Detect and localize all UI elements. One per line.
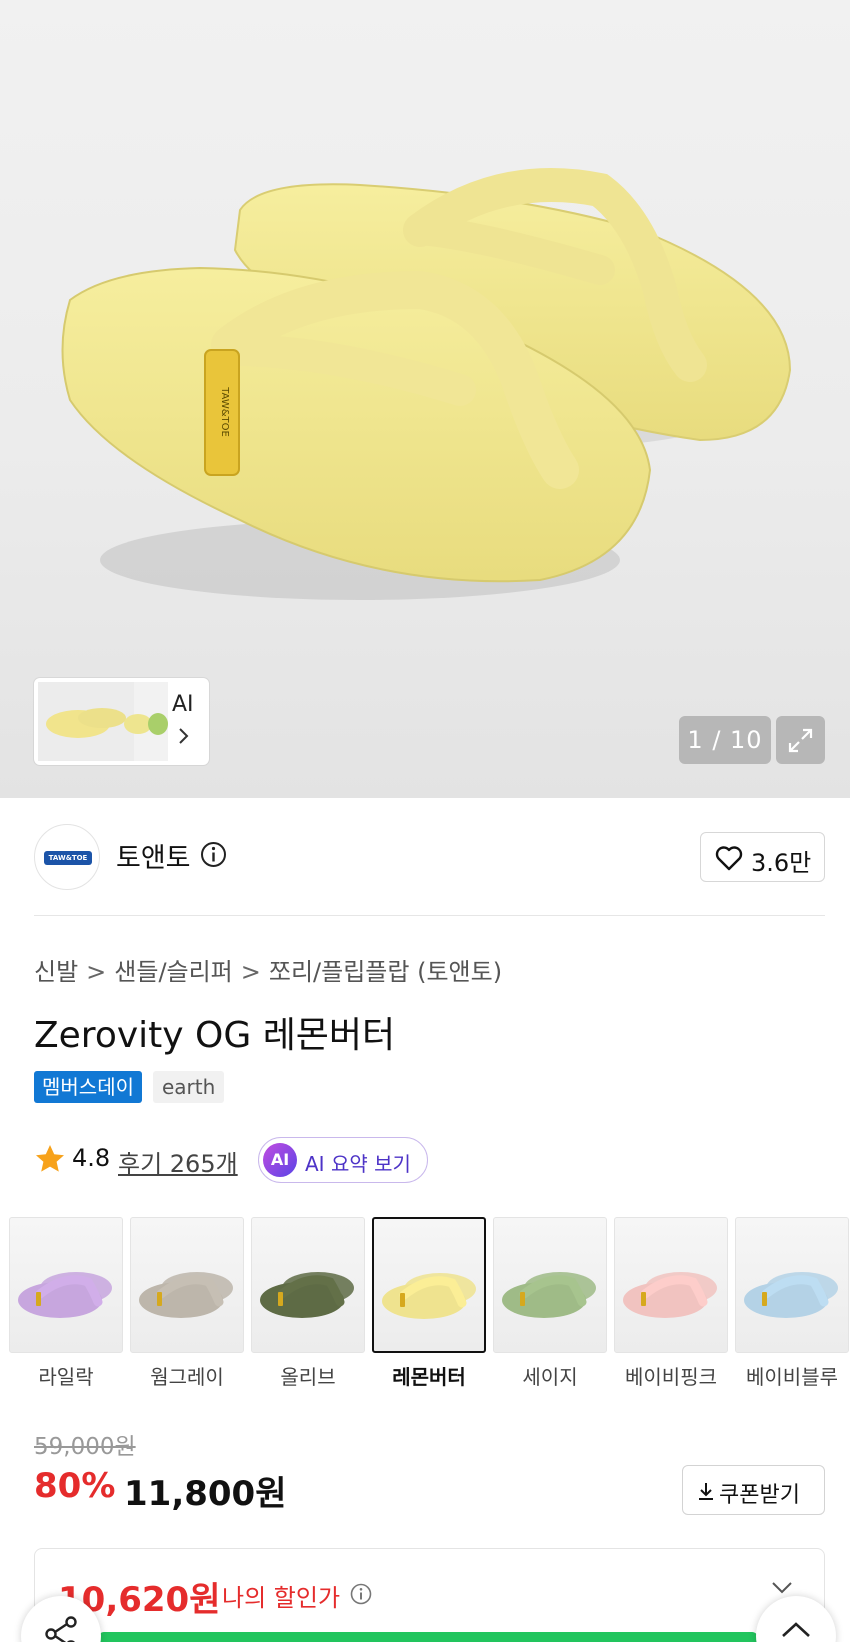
color-swatch-label: 베이비블루 [746, 1365, 838, 1389]
coupon-label: 쿠폰받기 [719, 1483, 800, 1508]
download-icon [699, 1483, 713, 1500]
ai-summary-label: AI 요약 보기 [305, 1152, 411, 1176]
ai-summary-button[interactable]: AI AI 요약 보기 [258, 1137, 428, 1183]
swatch-image [260, 1272, 354, 1318]
svg-text:TAW&TOE: TAW&TOE [219, 386, 230, 437]
color-swatch-7[interactable] [735, 1217, 849, 1353]
swatch-image [18, 1272, 112, 1318]
color-swatch-5[interactable] [493, 1217, 607, 1353]
color-swatch-label: 레몬버터 [392, 1365, 466, 1389]
chevron-right-icon: > [240, 958, 261, 986]
my-price-bar [98, 1632, 758, 1642]
ai-thumbnail-label: AI [172, 692, 194, 717]
brand-logo-text: TAW&TOE [44, 851, 92, 865]
breadcrumb: 신발 > 샌들/슬리퍼 > 쪼리/플립플랍 (토앤토) [34, 952, 502, 987]
color-swatch-label: 세이지 [522, 1365, 578, 1389]
fullscreen-button[interactable] [776, 716, 825, 764]
color-swatch-label: 베이비핑크 [625, 1365, 717, 1389]
heart-icon [715, 846, 743, 871]
discount-rate: 80% [34, 1466, 116, 1506]
review-count-link[interactable]: 후기 265개 [118, 1144, 238, 1179]
color-swatch-4[interactable] [372, 1217, 486, 1353]
breadcrumb-item[interactable]: 신발 [34, 958, 78, 986]
coupon-button[interactable]: 쿠폰받기 [682, 1465, 825, 1515]
thumbnail-image [38, 682, 168, 761]
ai-badge-icon: AI [263, 1143, 297, 1177]
sale-price: 11,800원 [124, 1474, 287, 1514]
color-swatch-label: 라일락 [38, 1365, 94, 1389]
earth-tag: earth [153, 1071, 225, 1103]
brand-name[interactable]: 토앤토 [116, 836, 191, 875]
chevron-up-icon [782, 1622, 810, 1637]
chevron-right-icon [179, 728, 189, 744]
chevron-right-icon: > [86, 958, 107, 986]
share-icon [45, 1616, 77, 1642]
expand-icon [788, 728, 813, 753]
color-swatch-6[interactable] [614, 1217, 728, 1353]
swatch-image [382, 1273, 476, 1319]
my-price-label: 나의 할인가 [222, 1584, 341, 1612]
swatch-image [623, 1272, 717, 1318]
color-swatch-1[interactable] [9, 1217, 123, 1353]
info-icon[interactable] [200, 841, 227, 868]
star-icon [36, 1145, 64, 1172]
original-price: 59,000원 [34, 1434, 136, 1460]
like-count: 3.6만 [751, 849, 812, 877]
chevron-down-icon[interactable] [770, 1580, 794, 1596]
product-title: Zerovity OG 레몬버터 [34, 1015, 396, 1056]
color-swatch-2[interactable] [130, 1217, 244, 1353]
divider [34, 915, 825, 916]
color-swatch-label: 웜그레이 [150, 1365, 224, 1389]
color-swatch-3[interactable] [251, 1217, 365, 1353]
like-button[interactable]: 3.6만 [700, 832, 825, 882]
color-swatch-label: 올리브 [280, 1365, 336, 1389]
brand-logo[interactable]: TAW&TOE [34, 824, 100, 890]
breadcrumb-item[interactable]: 샌들/슬리퍼 [114, 958, 233, 986]
rating-score: 4.8 [72, 1144, 111, 1172]
ai-thumbnail-button[interactable]: AI [34, 678, 209, 765]
swatch-image [744, 1272, 838, 1318]
breadcrumb-item[interactable]: 쪼리/플립플랍 (토앤토) [269, 958, 502, 986]
swatch-image [139, 1272, 233, 1318]
image-counter: 1 / 10 [679, 716, 771, 764]
info-icon[interactable] [350, 1583, 372, 1605]
product-image-gallery[interactable]: TAW&TOE AI 1 / 10 [0, 0, 850, 798]
member-day-tag: 멤버스데이 [34, 1071, 142, 1103]
swatch-image [502, 1272, 596, 1318]
